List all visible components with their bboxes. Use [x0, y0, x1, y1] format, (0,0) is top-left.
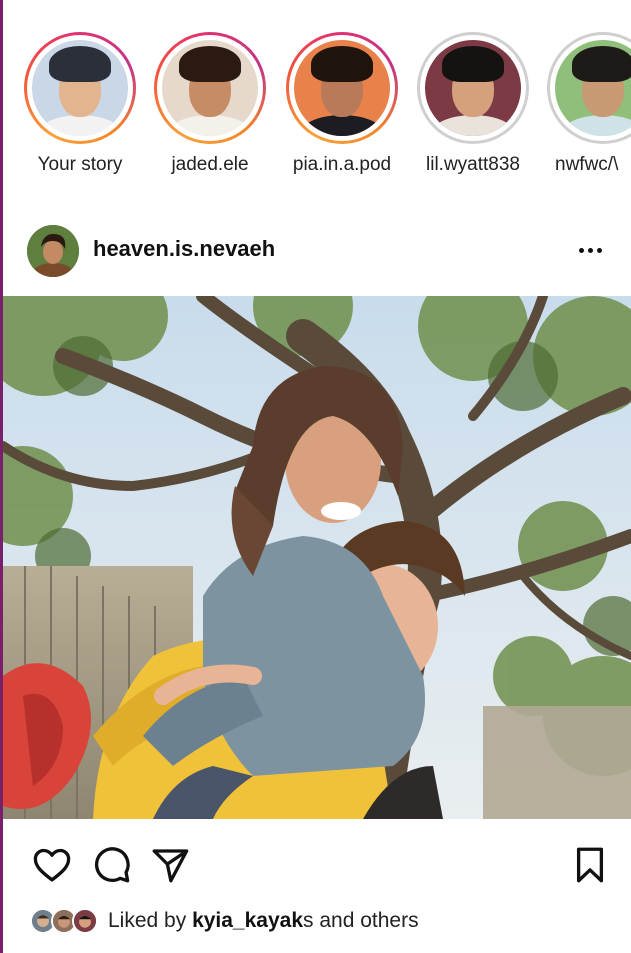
story-avatar	[32, 40, 128, 136]
story-avatar	[294, 40, 390, 136]
likes-row[interactable]: Liked by kyia_kayaks and others	[30, 904, 419, 938]
heart-icon	[33, 848, 71, 882]
story-ring	[154, 32, 266, 144]
comment-icon	[94, 847, 130, 883]
more-dot	[587, 247, 593, 253]
liker-username[interactable]: kyia_kayak	[192, 909, 303, 932]
likers-avatars	[30, 906, 100, 936]
save-button[interactable]	[569, 844, 611, 886]
story-label: pia.in.a.pod	[292, 154, 392, 175]
story-item-your-story[interactable]: Your story	[15, 32, 145, 176]
story-label: Your story	[37, 154, 123, 175]
more-horizontal-icon	[578, 247, 584, 253]
post-actions	[0, 840, 631, 890]
story-avatar	[425, 40, 521, 136]
bookmark-icon	[576, 847, 604, 883]
story-ring	[417, 32, 529, 144]
stories-tray[interactable]: Your story jaded.ele pia.in.a.pod lil.wy…	[0, 0, 631, 200]
story-label: lil.wyatt838	[426, 154, 520, 175]
story-label: nwfwc/\	[555, 154, 619, 175]
comment-button[interactable]	[90, 844, 132, 886]
story-item-pia-in-a-pod[interactable]: pia.in.a.pod	[277, 32, 407, 176]
story-item-nwfwc[interactable]: nwfwc/\	[538, 32, 631, 176]
send-icon	[152, 849, 189, 883]
likes-prefix: Liked by	[108, 909, 193, 932]
like-button[interactable]	[31, 844, 73, 886]
post-author-username[interactable]: heaven.is.nevaeh	[93, 236, 275, 262]
story-ring	[286, 32, 398, 144]
post-author-avatar[interactable]	[27, 225, 79, 277]
post-header: heaven.is.nevaeh	[0, 222, 631, 280]
likes-summary: Liked by kyia_kayaks and others	[108, 909, 419, 933]
post-image[interactable]	[3, 296, 631, 819]
more-dot	[596, 247, 602, 253]
story-avatar	[555, 40, 631, 136]
story-ring	[24, 32, 136, 144]
share-button[interactable]	[149, 844, 191, 886]
story-item-jaded-ele[interactable]: jaded.ele	[145, 32, 275, 176]
liker-avatar	[72, 908, 98, 934]
more-options-button[interactable]	[572, 238, 608, 262]
likes-suffix: s and others	[303, 909, 419, 932]
story-label: jaded.ele	[171, 154, 249, 175]
story-avatar	[162, 40, 258, 136]
story-ring	[547, 32, 631, 144]
story-item-lil-wyatt838[interactable]: lil.wyatt838	[408, 32, 538, 176]
